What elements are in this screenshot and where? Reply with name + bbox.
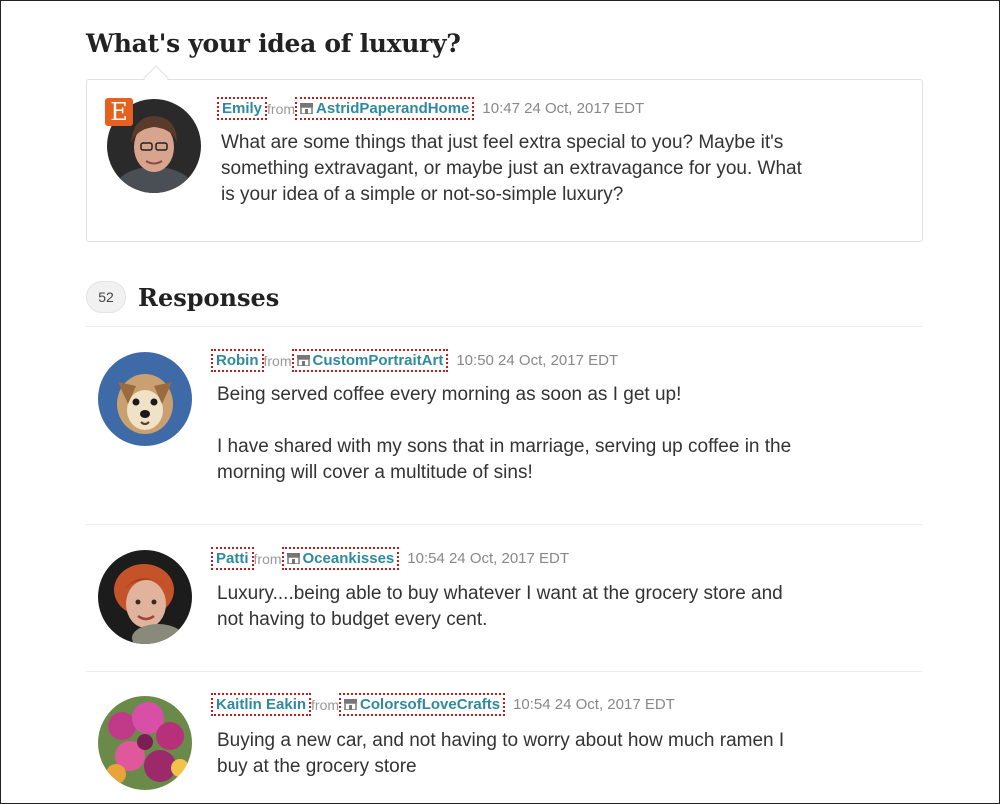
shop-icon bbox=[344, 699, 358, 710]
avatar-patti[interactable] bbox=[98, 550, 192, 644]
divider bbox=[86, 326, 922, 327]
from-label: from bbox=[311, 696, 340, 713]
responses-count-badge: 52 bbox=[86, 281, 126, 313]
response-text-patti: Luxury....being able to buy whatever I w… bbox=[217, 583, 783, 630]
avatar-kaitlin-image bbox=[98, 696, 192, 790]
question-shop-link[interactable]: AstridPaperandHome bbox=[295, 97, 475, 120]
question-meta: Emily from AstridPaperandHome 10:47 24 O… bbox=[216, 97, 645, 120]
page-title: What's your idea of luxury? bbox=[86, 29, 461, 58]
response-text-robin: Being served coffee every morning as soo… bbox=[217, 384, 792, 483]
response-author-link[interactable]: Kaitlin Eakin bbox=[210, 693, 312, 716]
avatar-patti-image bbox=[98, 550, 192, 644]
divider bbox=[86, 671, 922, 672]
avatar-kaitlin[interactable] bbox=[98, 696, 192, 790]
etsy-logo-icon: E bbox=[105, 98, 133, 126]
response-text-kaitlin: Buying a new car, and not having to worr… bbox=[217, 730, 785, 777]
response-meta-robin: Robin from CustomPortraitArt 10:50 24 Oc… bbox=[211, 349, 619, 372]
page-frame: What's your idea of luxury? E Emily from… bbox=[0, 0, 1000, 804]
shop-icon bbox=[300, 103, 314, 114]
question-shop-name: AstridPaperandHome bbox=[316, 100, 470, 117]
response-meta-kaitlin: Kaitlin Eakin from ColorsofLoveCrafts 10… bbox=[210, 693, 675, 716]
divider bbox=[86, 524, 922, 525]
responses-title: Responses bbox=[138, 282, 280, 312]
shop-icon bbox=[296, 355, 310, 366]
response-timestamp: 10:54 24 Oct, 2017 EDT bbox=[407, 550, 570, 567]
avatar-robin-image bbox=[98, 352, 192, 446]
shop-icon bbox=[286, 553, 300, 564]
from-label: from bbox=[267, 100, 296, 117]
from-label: from bbox=[253, 550, 282, 567]
question-author-link[interactable]: Emily bbox=[216, 97, 268, 120]
response-shop-name: Oceankisses bbox=[302, 550, 395, 567]
avatar-robin[interactable] bbox=[98, 352, 192, 446]
from-label: from bbox=[263, 352, 292, 369]
response-shop-name: CustomPortraitArt bbox=[312, 352, 444, 369]
response-shop-name: ColorsofLoveCrafts bbox=[360, 696, 501, 713]
response-shop-link[interactable]: Oceankisses bbox=[281, 547, 400, 570]
response-timestamp: 10:50 24 Oct, 2017 EDT bbox=[456, 352, 619, 369]
response-timestamp: 10:54 24 Oct, 2017 EDT bbox=[513, 696, 675, 713]
response-meta-patti: Patti from Oceankisses 10:54 24 Oct, 201… bbox=[211, 547, 570, 570]
response-shop-link[interactable]: ColorsofLoveCrafts bbox=[339, 693, 506, 716]
response-shop-link[interactable]: CustomPortraitArt bbox=[291, 349, 449, 372]
responses-header: 52 Responses bbox=[86, 281, 279, 313]
question-text: What are some things that just feel extr… bbox=[221, 132, 802, 205]
response-author-link[interactable]: Patti bbox=[211, 547, 254, 570]
response-author-link[interactable]: Robin bbox=[211, 349, 264, 372]
question-timestamp: 10:47 24 Oct, 2017 EDT bbox=[482, 100, 645, 117]
